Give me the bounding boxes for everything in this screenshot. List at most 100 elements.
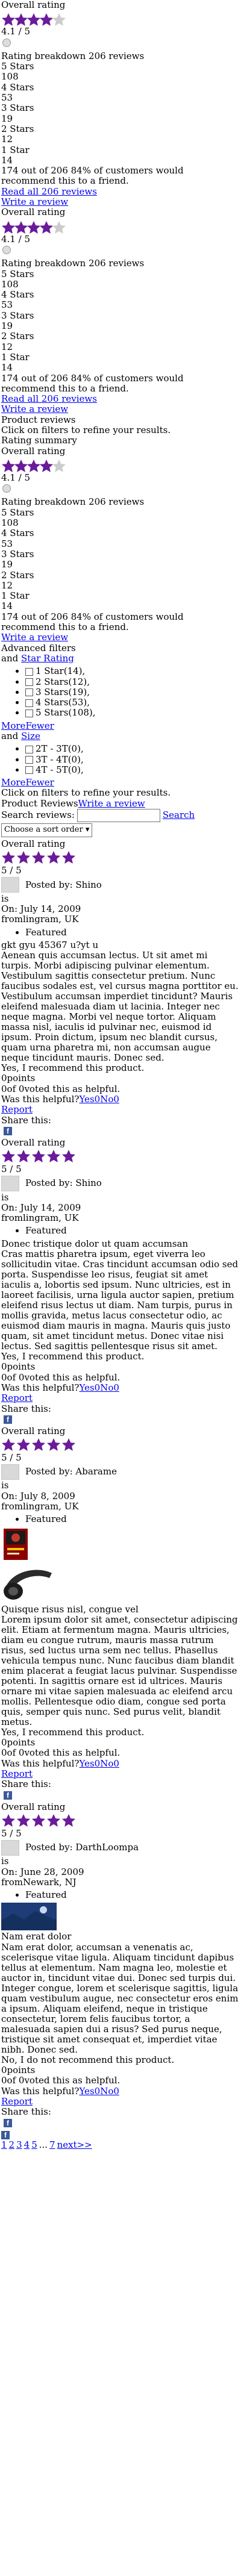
breakdown-label: 3 Stars <box>1 549 34 560</box>
facet-checkbox[interactable] <box>25 699 33 707</box>
rating-summary-2: Overall rating 4.1 / 5 Rating breakdown … <box>1 207 240 414</box>
info-icon <box>2 484 11 493</box>
helpful-yes-link[interactable]: Yes0 <box>79 1383 100 1393</box>
pager-next-link[interactable]: next>> <box>57 2140 92 2150</box>
breakdown-label: 1 Star <box>1 591 30 602</box>
facet-item[interactable]: 4T - 5T(0), <box>25 764 240 775</box>
star-filled-icon <box>14 13 28 27</box>
star-filled-icon <box>61 1149 76 1164</box>
helpful-question: Was this helpful? <box>1 1382 80 1393</box>
sort-select-value: Choose a sort order <box>4 825 83 835</box>
rating-score: 4.1 / 5 <box>1 27 30 37</box>
write-review-link[interactable]: Write a review <box>1 197 68 207</box>
facebook-icon[interactable]: f <box>4 2118 12 2127</box>
star-filled-icon <box>46 1438 61 1452</box>
facet-label: 4 Stars(53), <box>36 697 90 708</box>
pager-page-link[interactable]: 2 <box>9 2140 15 2150</box>
review-points: 0points <box>1 1073 36 1084</box>
star-filled-icon <box>16 1438 31 1452</box>
helpful-yes-link[interactable]: Yes0 <box>79 2086 100 2097</box>
facet-checkbox[interactable] <box>25 678 33 687</box>
helpful-no-link[interactable]: No0 <box>100 1759 119 1769</box>
breakdown-count: 108 <box>1 279 19 290</box>
facet-checkbox[interactable] <box>25 688 33 697</box>
facet-item[interactable]: 5 Stars(108), <box>25 708 240 718</box>
reviewer-location: fromlingram, UK <box>1 1213 79 1224</box>
avatar <box>1 1176 19 1192</box>
facet-label: 3T - 4T(0), <box>36 753 84 765</box>
report-link[interactable]: Report <box>1 1105 33 1115</box>
star-filled-icon <box>27 13 41 27</box>
sort-select[interactable]: Choose a sort order ▾ <box>1 823 93 838</box>
read-all-reviews-link[interactable]: Read all 206 reviews <box>1 394 97 404</box>
info-icon <box>2 38 11 47</box>
report-link[interactable]: Report <box>1 1393 33 1403</box>
review-date: On: July 14, 2009 <box>1 1202 81 1213</box>
helpful-yes-link[interactable]: Yes0 <box>79 1094 100 1105</box>
facebook-icon[interactable]: f <box>4 1415 12 1424</box>
reviewer-location: fromlingram, UK <box>1 914 79 925</box>
facebook-icon[interactable]: f <box>4 1126 12 1135</box>
search-input[interactable] <box>77 809 160 823</box>
review-item: Overall rating 5 / 5 Posted by: DarthLoo… <box>1 1802 240 2130</box>
read-all-reviews-link[interactable]: Read all 206 reviews <box>1 187 97 197</box>
helpful-no-link[interactable]: No0 <box>100 1094 119 1105</box>
facet-item[interactable]: 2T - 3T(0), <box>25 744 240 754</box>
breakdown-count: 14 <box>1 155 13 166</box>
facebook-icon[interactable]: f <box>1 2130 10 2139</box>
review-points: 0points <box>1 1362 36 1373</box>
rating-score: 4.1 / 5 <box>1 472 30 483</box>
review-votes: 0of 0voted this as helpful. <box>1 1748 120 1759</box>
write-review-link[interactable]: Write a review <box>78 799 145 809</box>
facet-item[interactable]: 2 Stars(12), <box>25 676 240 687</box>
facet-checkbox[interactable] <box>25 745 33 753</box>
report-link[interactable]: Report <box>1 2097 33 2107</box>
report-link[interactable]: Report <box>1 1769 33 1779</box>
breakdown-label: 3 Stars <box>1 103 34 114</box>
pager-page-link[interactable]: 4 <box>24 2140 30 2150</box>
helpful-no-link[interactable]: No0 <box>100 1383 119 1393</box>
product-reviews-heading: Product reviews <box>1 414 76 425</box>
pager-page-link[interactable]: 7 <box>49 2140 55 2150</box>
facet-checkbox[interactable] <box>25 667 33 676</box>
facebook-icon[interactable]: f <box>4 1791 12 1800</box>
reviewer-info: Posted by: Abarame <box>1 1463 240 1480</box>
star-filled-icon <box>16 1813 31 1828</box>
review-score: 5 / 5 <box>1 1828 22 1839</box>
fewer-link[interactable]: Fewer <box>25 721 54 731</box>
pagination-links: 1 2 3 4 5... 7 next>> <box>1 2140 240 2150</box>
star-rating-filter-link[interactable]: Star Rating <box>21 653 74 664</box>
star-filled-icon <box>1 850 16 865</box>
summary-stars <box>1 219 240 234</box>
facet-checkbox[interactable] <box>25 766 33 775</box>
fewer-link[interactable]: Fewer <box>25 778 54 788</box>
pager-page-link[interactable]: 3 <box>16 2140 22 2150</box>
star-filled-icon <box>27 220 41 234</box>
facet-item[interactable]: 3T - 4T(0), <box>25 753 240 765</box>
size-filter-link[interactable]: Size <box>21 731 40 741</box>
breakdown-label: 2 Stars <box>1 123 34 134</box>
breakdown-count: 19 <box>1 113 13 124</box>
recommend-summary: 174 out of 206 84% of customers would re… <box>1 611 184 633</box>
reviewer-is: is <box>1 1856 9 1867</box>
star-filled-icon <box>1 13 16 27</box>
facet-item[interactable]: 4 Stars(53), <box>25 697 240 708</box>
facet-checkbox[interactable] <box>25 709 33 717</box>
helpful-yes-link[interactable]: Yes0 <box>79 1759 100 1769</box>
share-label: Share this: <box>1 1403 51 1414</box>
write-review-link[interactable]: Write a review <box>1 404 68 414</box>
pager-page-link[interactable]: 5 <box>31 2140 37 2150</box>
facet-item[interactable]: 3 Stars(19), <box>25 687 240 697</box>
helpful-no-link[interactable]: No0 <box>100 2086 119 2097</box>
rating-score: 4.1 / 5 <box>1 234 30 245</box>
star-filled-icon <box>31 850 46 865</box>
page: Overall rating 4.1 / 5 Rating breakdown … <box>0 0 241 2150</box>
review-recommend: No, I do not recommend this product. <box>1 2054 175 2065</box>
search-button[interactable]: Search <box>163 810 195 821</box>
facet-checkbox[interactable] <box>25 756 33 764</box>
facet-item[interactable]: 1 Star(14), <box>25 666 240 676</box>
more-link[interactable]: More <box>1 778 25 788</box>
write-review-link[interactable]: Write a review <box>1 632 68 643</box>
pager-page-link[interactable]: 1 <box>1 2140 7 2150</box>
more-link[interactable]: More <box>1 721 25 731</box>
